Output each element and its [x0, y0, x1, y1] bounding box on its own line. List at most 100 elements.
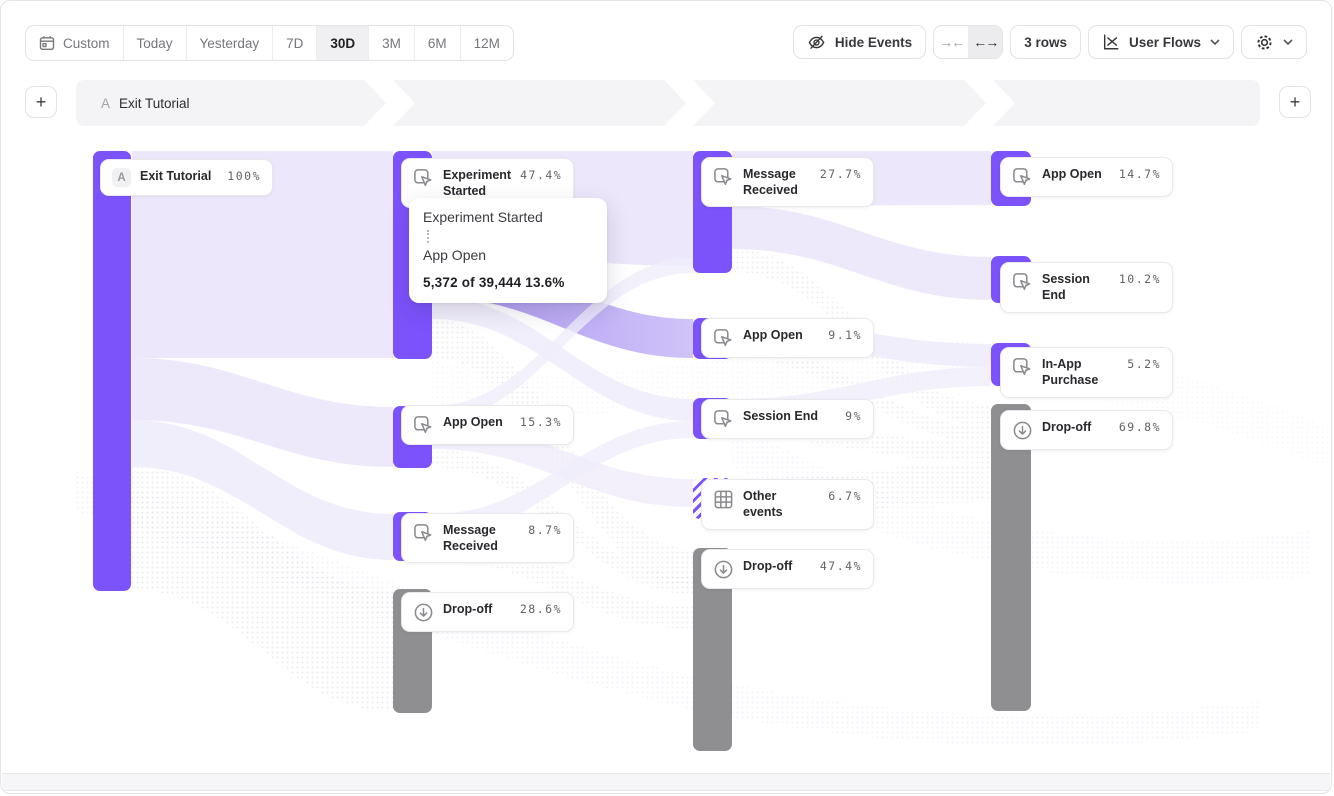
horizontal-scrollbar-track[interactable]	[2, 773, 1330, 791]
collapse-expand-toggle: →← ←→	[933, 25, 1003, 59]
event-icon	[1012, 167, 1033, 188]
grid-icon	[713, 489, 734, 510]
view-selector-button[interactable]: User Flows	[1088, 25, 1234, 59]
stage-label: A Exit Tutorial	[101, 80, 190, 126]
dropoff-icon	[713, 559, 734, 580]
collapse-icon: →←	[939, 34, 963, 50]
node-percent: 47.4%	[820, 559, 862, 573]
node-percent: 9%	[845, 409, 862, 423]
node-label: Drop-off	[743, 558, 811, 574]
expand-columns-button[interactable]: ←→	[968, 26, 1002, 58]
date-range-custom[interactable]: Custom	[26, 26, 123, 60]
collapse-columns-button[interactable]: →←	[934, 26, 968, 58]
tooltip-connector	[427, 230, 429, 243]
chevron-down-icon	[1210, 39, 1220, 45]
toolbar-right: Hide Events →← ←→ 3 rows User Flows	[793, 25, 1307, 59]
event-icon	[413, 523, 434, 544]
node-percent: 5.2%	[1127, 357, 1161, 371]
dropoff-icon	[413, 602, 434, 623]
add-step-left-button[interactable]: +	[25, 86, 57, 118]
node-percent: 8.7%	[528, 523, 562, 537]
event-icon	[713, 409, 734, 430]
node-percent: 10.2%	[1119, 272, 1161, 286]
node-session-end-4[interactable]: Session End 10.2%	[1000, 262, 1173, 313]
node-percent: 14.7%	[1119, 167, 1161, 181]
node-label: Message Received	[443, 522, 519, 555]
calendar-icon	[39, 35, 55, 51]
node-message-received-2[interactable]: Message Received 8.7%	[401, 513, 574, 563]
event-icon	[713, 328, 734, 349]
node-percent: 27.7%	[820, 167, 862, 181]
node-label: Message Received	[743, 166, 811, 199]
node-label: Drop-off	[1042, 419, 1110, 435]
node-dropoff-2[interactable]: Drop-off 28.6%	[401, 592, 574, 632]
stage-badge-letter: A	[101, 96, 110, 111]
add-step-right-button[interactable]: +	[1279, 86, 1311, 118]
node-label: Session End	[743, 408, 836, 424]
hide-events-button[interactable]: Hide Events	[793, 25, 926, 59]
node-label: Session End	[1042, 271, 1110, 304]
dropoff-icon	[1012, 420, 1033, 441]
tooltip-to-event: App Open	[423, 247, 593, 264]
date-range-label: 7D	[286, 36, 303, 51]
node-percent: 47.4%	[520, 168, 562, 182]
rows-label: 3 rows	[1024, 35, 1067, 50]
step-a-badge: A	[112, 168, 131, 187]
node-label: In-App Purchase	[1042, 356, 1118, 389]
expand-icon: ←→	[973, 34, 997, 50]
stage-title: Exit Tutorial	[119, 96, 190, 111]
node-percent: 15.3%	[520, 415, 562, 429]
date-range-30d[interactable]: 30D	[316, 26, 368, 60]
event-icon	[413, 168, 434, 189]
stage-segment-1[interactable]: A Exit Tutorial	[76, 80, 386, 126]
gear-icon	[1255, 33, 1274, 52]
date-range-today[interactable]: Today	[123, 26, 186, 60]
node-label: App Open	[443, 414, 511, 430]
node-dropoff-4[interactable]: Drop-off 69.8%	[1000, 410, 1173, 450]
user-flows-icon	[1102, 33, 1120, 51]
node-app-open-2[interactable]: App Open 15.3%	[401, 405, 574, 445]
date-range-selector: Custom Today Yesterday 7D 30D 3M 6M 12M	[25, 25, 514, 61]
node-label: App Open	[1042, 166, 1110, 182]
settings-button[interactable]	[1241, 25, 1307, 59]
node-label: Exit Tutorial	[140, 168, 218, 184]
node-label: Drop-off	[443, 601, 511, 617]
chevron-down-icon	[1283, 39, 1293, 45]
date-range-6m[interactable]: 6M	[414, 26, 460, 60]
node-percent: 6.7%	[828, 489, 862, 503]
date-range-yesterday[interactable]: Yesterday	[186, 26, 273, 60]
user-flows-app: A Exit Tutorial 100% Experiment Started …	[0, 0, 1332, 794]
date-range-3m[interactable]: 3M	[368, 26, 414, 60]
node-dropoff-3[interactable]: Drop-off 47.4%	[701, 549, 874, 589]
node-label: Experiment Started	[443, 167, 511, 200]
node-label: App Open	[743, 327, 819, 343]
stage-band: A Exit Tutorial	[76, 80, 1260, 126]
node-message-received-3[interactable]: Message Received 27.7%	[701, 157, 874, 207]
node-session-end-3[interactable]: Session End 9%	[701, 399, 874, 439]
date-range-label: 30D	[330, 36, 355, 51]
date-range-label: 6M	[428, 36, 447, 51]
stage-segment-4[interactable]	[993, 80, 1260, 126]
node-exit-tutorial[interactable]: A Exit Tutorial 100%	[100, 159, 273, 196]
event-icon	[1012, 272, 1033, 293]
date-range-7d[interactable]: 7D	[272, 26, 316, 60]
view-selector-label: User Flows	[1129, 35, 1201, 50]
date-range-12m[interactable]: 12M	[460, 26, 513, 60]
event-icon	[1012, 357, 1033, 378]
event-icon	[713, 167, 734, 188]
tooltip-stats: 5,372 of 39,444 13.6%	[423, 275, 593, 290]
node-percent: 28.6%	[520, 602, 562, 616]
event-icon	[413, 415, 434, 436]
node-other-events-3[interactable]: Other events 6.7%	[701, 479, 874, 530]
stage-segment-3[interactable]	[693, 80, 986, 126]
stage-segment-2[interactable]	[393, 80, 686, 126]
hide-events-label: Hide Events	[835, 35, 912, 50]
bar-dropoff-4[interactable]	[991, 404, 1031, 711]
bar-exit-tutorial[interactable]	[93, 151, 131, 591]
node-percent: 9.1%	[828, 328, 862, 342]
node-app-open-3[interactable]: App Open 9.1%	[701, 318, 874, 358]
rows-button[interactable]: 3 rows	[1010, 25, 1081, 59]
date-range-label: 3M	[382, 36, 401, 51]
node-app-open-4[interactable]: App Open 14.7%	[1000, 157, 1173, 197]
node-in-app-purchase-4[interactable]: In-App Purchase 5.2%	[1000, 347, 1173, 398]
